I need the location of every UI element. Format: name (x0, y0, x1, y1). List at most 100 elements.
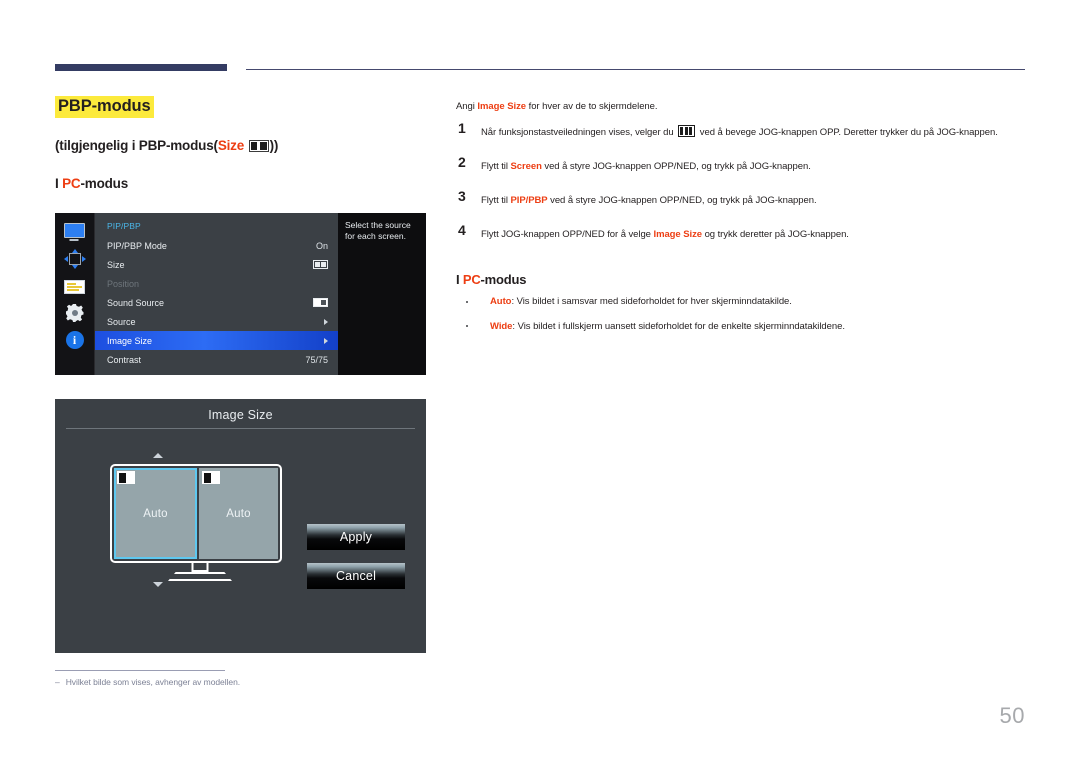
dialog-title: Image Size (208, 408, 273, 422)
pc-mode-bar-right: I (456, 272, 460, 287)
intro-before: Angi (456, 101, 478, 112)
pc-mode-subheading-left: I PC-modus (55, 176, 128, 191)
step-2: 2 Flytt til Screen ved å styre JOG-knapp… (456, 154, 1028, 190)
pbp-two-panel-icon (248, 140, 269, 152)
sound-source-icon (313, 298, 328, 307)
step-number: 4 (458, 222, 466, 238)
dialog-buttons: Apply Cancel (307, 524, 405, 589)
step-text-before: Flytt til (481, 161, 511, 172)
footnote-rule (55, 670, 225, 671)
osd-option-list: PIP/PBP PIP/PBP Mode On Size Position So… (95, 213, 338, 375)
osd-row-contrast[interactable]: Contrast 75/75 (95, 350, 338, 369)
bullet-dot-icon (466, 300, 468, 303)
step-1: 1 Når funksjonstastveiledningen vises, v… (456, 120, 1028, 156)
apply-button[interactable]: Apply (307, 524, 405, 550)
step-text: Når funksjonstastveiledningen vises, vel… (481, 125, 998, 138)
caret-down-icon[interactable] (153, 582, 163, 587)
header-accent-bar (55, 64, 227, 71)
availability-suffix: )) (269, 138, 279, 153)
image-size-dialog-screenshot: Image Size Auto Auto Apply Cancel (55, 399, 426, 653)
source-badge-icon (202, 471, 220, 484)
preview-pane-left[interactable]: Auto (114, 468, 197, 559)
header-rule (246, 69, 1025, 70)
chevron-right-icon (324, 337, 328, 344)
preview-pane-right[interactable]: Auto (199, 468, 278, 559)
bullet-dot-icon (466, 325, 468, 328)
intro-highlight: Image Size (477, 101, 527, 112)
pc-mode-bar-left: I (55, 176, 59, 191)
step-text: Flytt til PIP/PBP ved å styre JOG-knappe… (481, 195, 817, 206)
osd-row-image-size[interactable]: Image Size (95, 331, 338, 350)
intro-after: for hver av de to skjermdelene. (526, 101, 658, 112)
osd-row-pip-pbp-mode[interactable]: PIP/PBP Mode On (95, 236, 338, 255)
pip-pbp-move-icon[interactable] (63, 249, 86, 269)
menu-three-bars-icon (678, 125, 696, 137)
step-text-after: ved å bevege JOG-knappen OPP. Deretter t… (697, 127, 998, 138)
osd-value: On (315, 240, 328, 251)
monitor-preview: Auto Auto (105, 451, 295, 591)
step-3: 3 Flytt til PIP/PBP ved å styre JOG-knap… (456, 188, 1028, 224)
step-number: 2 (458, 154, 466, 170)
page-number: 50 (999, 703, 1025, 728)
osd-label: Contrast (107, 354, 142, 365)
intro-text: Angi Image Size for hver av de to skjerm… (456, 101, 658, 112)
step-text-after: og trykk deretter på JOG-knappen. (702, 229, 849, 240)
osd-main-area: PIP/PBP PIP/PBP Mode On Size Position So… (95, 213, 426, 375)
step-text: Flytt til Screen ved å styre JOG-knappen… (481, 161, 811, 172)
osd-category-label: PIP/PBP (107, 221, 141, 231)
chevron-right-icon (324, 318, 328, 325)
step-text-before: Når funksjonstastveiledningen vises, vel… (481, 127, 677, 138)
step-highlight: Screen (510, 161, 542, 172)
pane-label: Auto (226, 507, 251, 520)
step-highlight: PIP/PBP (510, 195, 548, 206)
monitor-frame: Auto Auto (110, 464, 282, 563)
osd-value: 75/75 (305, 354, 328, 365)
source-badge-icon (117, 471, 135, 484)
page-title: PBP-modus (55, 96, 154, 118)
pc-mode-red-right: PC (462, 272, 481, 287)
pc-mode-rest-left: -modus (80, 176, 129, 191)
step-text-before: Flytt til (481, 195, 511, 206)
manual-page: PBP-modus (tilgjengelig i PBP-modus(Size… (0, 0, 1080, 763)
osd-label: Size (107, 259, 125, 270)
osd-label: PIP/PBP Mode (107, 240, 167, 251)
availability-note: (tilgjengelig i PBP-modus(Size )) (55, 138, 278, 153)
pc-mode-options: Auto: Vis bildet i samsvar med sideforho… (456, 296, 1016, 346)
osd-row-position: Position (95, 274, 338, 293)
osd-label: Position (107, 278, 140, 289)
monitor-stand-base (168, 572, 232, 581)
system-gear-icon[interactable] (65, 304, 84, 322)
bullet-term: Wide (490, 320, 513, 332)
step-text: Flytt JOG-knappen OPP/NED for å velge Im… (481, 229, 849, 240)
information-icon[interactable]: i (65, 331, 84, 349)
availability-prefix: (tilgjengelig i PBP-modus( (55, 138, 218, 153)
step-text-after: ved å styre JOG-knappen OPP/NED, og tryk… (541, 161, 811, 172)
osd-row-sound-source[interactable]: Sound Source (95, 293, 338, 312)
footnote-text: Hvilket bilde som vises, avhenger av mod… (65, 677, 241, 687)
step-number: 1 (458, 120, 466, 136)
osd-label: Image Size (107, 335, 153, 346)
pc-mode-subheading-right: I PC-modus (456, 272, 526, 287)
footnote-dash: ‒ (55, 677, 60, 687)
step-4: 4 Flytt JOG-knappen OPP/NED for å velge … (456, 222, 1028, 258)
pbp-two-panel-icon (313, 260, 328, 269)
dialog-body: Auto Auto Apply Cancel (55, 429, 426, 634)
caret-up-icon[interactable] (153, 453, 163, 458)
step-text-before: Flytt JOG-knappen OPP/NED for å velge (481, 229, 654, 240)
onscreen-display-icon[interactable] (64, 280, 85, 294)
bullet-wide: Wide: Vis bildet i fullskjerm uansett si… (456, 321, 1016, 334)
step-highlight: Image Size (653, 229, 702, 240)
bullet-text: : Vis bildet i samsvar med sideforholdet… (511, 296, 792, 307)
step-text-after: ved å styre JOG-knappen OPP/NED, og tryk… (547, 195, 817, 206)
bullet-auto: Auto: Vis bildet i samsvar med sideforho… (456, 296, 1016, 309)
osd-menu-screenshot: i PIP/PBP PIP/PBP Mode On Size Position (55, 213, 426, 375)
cancel-button[interactable]: Cancel (307, 563, 405, 589)
step-number: 3 (458, 188, 466, 204)
pc-mode-red-left: PC (62, 176, 81, 191)
osd-row-source[interactable]: Source (95, 312, 338, 331)
display-icon[interactable] (63, 222, 86, 240)
bullet-term: Auto (490, 296, 512, 307)
bullet-text: : Vis bildet i fullskjerm uansett sidefo… (512, 320, 845, 332)
osd-row-size[interactable]: Size (95, 255, 338, 274)
pane-label: Auto (143, 507, 168, 520)
